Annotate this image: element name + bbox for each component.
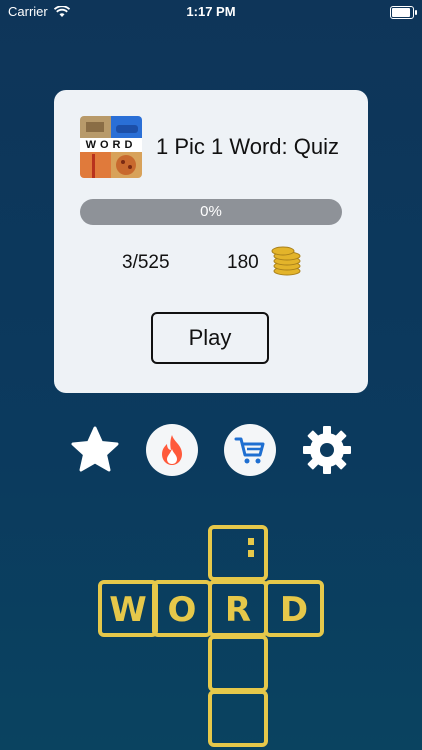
daily-challenge-button[interactable] <box>146 424 198 476</box>
logo-letter-r: R <box>225 590 251 630</box>
battery-icon <box>390 6 417 19</box>
status-bar: Carrier 1:17 PM <box>0 0 422 24</box>
progress-bar: 0% <box>80 199 342 225</box>
progress-label: 0% <box>200 203 222 220</box>
star-icon <box>71 426 119 472</box>
game-thumbnail: WORD <box>80 116 142 178</box>
thumbnail-word: WORD <box>85 139 137 151</box>
logo-letter-o: O <box>168 590 197 630</box>
favorites-button[interactable] <box>69 424 121 476</box>
level-counter: 3/525 <box>122 252 170 273</box>
fire-icon <box>162 435 182 465</box>
settings-button[interactable] <box>301 424 353 476</box>
store-button[interactable] <box>224 424 276 476</box>
coins-icon <box>271 246 301 276</box>
game-title: 1 Pic 1 Word: Quiz <box>156 134 339 159</box>
cart-icon <box>234 437 265 464</box>
logo-letter-w: W <box>109 590 147 630</box>
coin-balance: 180 <box>227 252 259 273</box>
game-card: WORD 1 Pic 1 Word: Quiz 0% 3/525 180 Pla… <box>54 90 368 393</box>
gear-icon <box>303 426 351 474</box>
status-time: 1:17 PM <box>186 4 236 19</box>
logo-letter-d: D <box>280 590 308 630</box>
word-crossword-logo: W O R D <box>98 525 324 747</box>
play-button[interactable]: Play <box>151 312 269 364</box>
